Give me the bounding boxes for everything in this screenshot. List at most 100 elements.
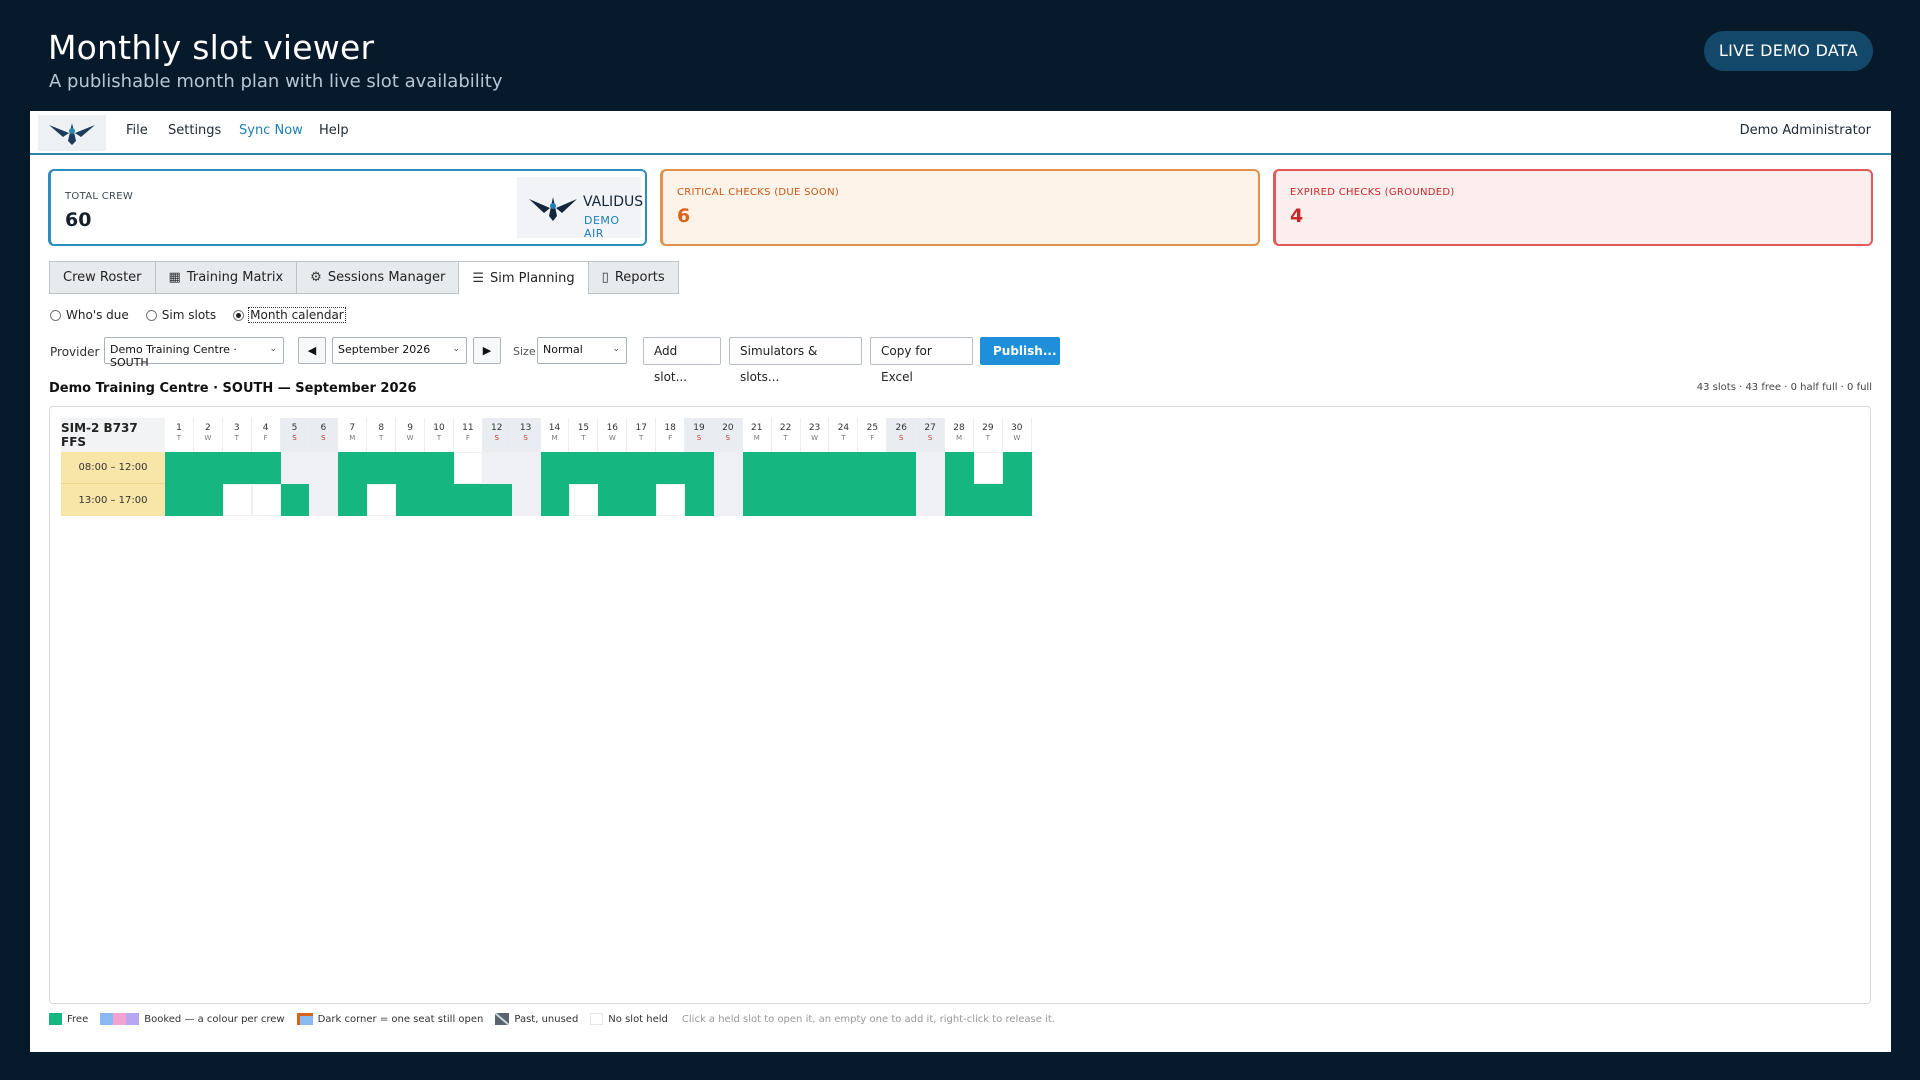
day-weekday: W — [406, 434, 414, 442]
slot-cell-free[interactable] — [367, 452, 397, 484]
day-header: 10 T — [425, 418, 454, 452]
slot-cell-free[interactable] — [887, 452, 917, 484]
month-select[interactable]: September 2026 ⌄ — [332, 337, 467, 364]
slot-cell-empty[interactable] — [916, 484, 946, 516]
slot-cell-free[interactable] — [656, 452, 686, 484]
slot-cell-free[interactable] — [1002, 484, 1032, 516]
slot-cell-free[interactable] — [627, 452, 657, 484]
menu-settings[interactable]: Settings — [168, 123, 221, 138]
month-select-value: September 2026 — [338, 343, 431, 356]
slot-cell-empty[interactable] — [309, 452, 339, 484]
slot-cell-empty[interactable] — [251, 484, 281, 516]
slot-cell-free[interactable] — [829, 484, 859, 516]
slot-cell-free[interactable] — [540, 452, 570, 484]
tab-sessions-manager[interactable]: ⚙ Sessions Manager — [296, 261, 460, 294]
simulators-slots-button[interactable]: Simulators & slots... — [729, 337, 862, 384]
day-header: 5S — [280, 418, 310, 452]
slot-cell-free[interactable] — [251, 452, 281, 484]
slot-cell-free[interactable] — [858, 452, 888, 484]
provider-select[interactable]: Demo Training Centre · SOUTH ⌄ — [104, 337, 284, 369]
slot-cell-free[interactable] — [425, 452, 454, 484]
tab-training-matrix[interactable]: ▦ Training Matrix — [154, 261, 298, 294]
legend-booked: Booked — a colour per crew — [100, 1013, 285, 1025]
slot-cell-empty[interactable] — [280, 452, 310, 484]
slot-cell-empty[interactable] — [973, 452, 1003, 484]
dark-corner-swatch — [296, 1013, 313, 1025]
slot-cell-free[interactable] — [771, 484, 801, 516]
slot-cell-empty[interactable] — [511, 484, 541, 516]
publish-button[interactable]: Publish... — [980, 337, 1060, 365]
slot-cell-empty[interactable] — [453, 452, 483, 484]
size-select[interactable]: Normal ⌄ — [537, 337, 627, 364]
slot-cell-empty[interactable] — [309, 484, 339, 516]
slot-cell-free[interactable] — [598, 452, 628, 484]
slot-cell-free[interactable] — [165, 484, 194, 516]
slot-cell-empty[interactable] — [713, 484, 743, 516]
copy-for-excel-button[interactable]: Copy for Excel — [870, 337, 973, 384]
slot-cell-empty[interactable] — [713, 452, 743, 484]
slot-cell-empty[interactable] — [569, 484, 599, 516]
slot-cell-free[interactable] — [165, 452, 194, 484]
radio-button[interactable] — [233, 309, 245, 321]
slot-cell-free[interactable] — [396, 484, 426, 516]
slot-cell-free[interactable] — [453, 484, 483, 516]
radio-month-calendar[interactable]: Month calendar — [233, 307, 346, 323]
add-slot-button[interactable]: Add slot... — [643, 337, 721, 384]
total-crew-label: TOTAL CREW — [65, 191, 134, 202]
slot-cell-free[interactable] — [829, 452, 859, 484]
slot-cell-empty[interactable] — [222, 484, 252, 516]
slot-cell-free[interactable] — [482, 484, 512, 516]
day-weekday: S — [494, 434, 499, 442]
slot-cell-free[interactable] — [280, 484, 310, 516]
tab-label: Reports — [614, 270, 665, 285]
day-header: 24 T — [829, 418, 859, 452]
slot-cell-free[interactable] — [858, 484, 888, 516]
prev-month-button[interactable]: ◀ — [298, 337, 326, 364]
slot-cell-free[interactable] — [945, 452, 974, 484]
app-window: File Settings Sync Now Help Demo Adminis… — [30, 111, 1891, 1052]
slot-cell-free[interactable] — [396, 452, 426, 484]
tab-sim-planning[interactable]: ☰ Sim Planning — [458, 261, 589, 295]
slot-cell-free[interactable] — [338, 484, 368, 516]
slot-cell-free[interactable] — [222, 452, 252, 484]
slot-cell-empty[interactable] — [511, 452, 541, 484]
radio-sim-slots[interactable]: Sim slots — [145, 308, 216, 322]
slot-cell-free[interactable] — [1002, 452, 1032, 484]
day-header: 6S — [309, 418, 339, 452]
slot-cell-free[interactable] — [742, 484, 772, 516]
radio-button[interactable] — [145, 309, 157, 321]
slot-cell-free[interactable] — [771, 452, 801, 484]
slot-cell-free[interactable] — [193, 484, 223, 516]
user-name[interactable]: Demo Administrator — [1740, 123, 1871, 138]
slot-cell-empty[interactable] — [656, 484, 686, 516]
slot-cell-free[interactable] — [598, 484, 628, 516]
next-month-button[interactable]: ▶ — [473, 337, 501, 364]
slot-cell-free[interactable] — [973, 484, 1003, 516]
menu-help[interactable]: Help — [319, 123, 349, 138]
slot-cell-free[interactable] — [569, 452, 599, 484]
slot-cell-free[interactable] — [685, 484, 714, 516]
slot-cell-free[interactable] — [742, 452, 772, 484]
menu-sync-now[interactable]: Sync Now — [239, 123, 303, 138]
slot-cell-empty[interactable] — [916, 452, 946, 484]
tab-crew-roster[interactable]: Crew Roster — [49, 261, 156, 294]
slot-cell-free[interactable] — [338, 452, 368, 484]
slot-cell-empty[interactable] — [482, 452, 512, 484]
view-mode-group: Who's due Sim slots Month calendar — [50, 307, 346, 323]
app-logo-icon[interactable] — [38, 115, 106, 151]
slot-cell-empty[interactable] — [367, 484, 397, 516]
tab-label: Sessions Manager — [327, 270, 446, 285]
slot-cell-free[interactable] — [945, 484, 974, 516]
slot-cell-free[interactable] — [425, 484, 454, 516]
slot-cell-free[interactable] — [800, 452, 830, 484]
slot-cell-free[interactable] — [627, 484, 657, 516]
slot-cell-free[interactable] — [685, 452, 714, 484]
slot-cell-free[interactable] — [887, 484, 917, 516]
radio-button[interactable] — [50, 309, 61, 321]
radio-whos-due[interactable]: Who's due — [50, 308, 129, 322]
slot-cell-free[interactable] — [193, 452, 223, 484]
tab-reports[interactable]: ▯ Reports — [587, 261, 679, 294]
slot-cell-free[interactable] — [540, 484, 570, 516]
slot-cell-free[interactable] — [800, 484, 830, 516]
menu-file[interactable]: File — [126, 123, 148, 138]
